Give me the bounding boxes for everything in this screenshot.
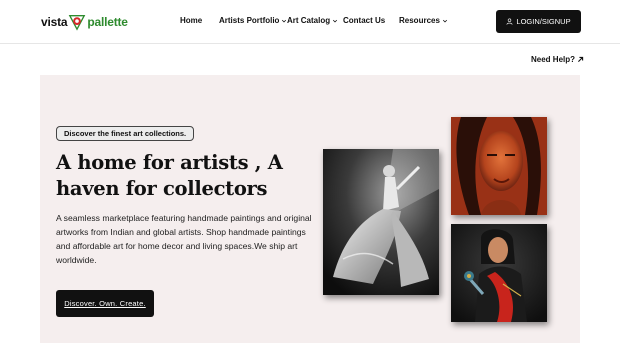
nav-item-artists-portfolio[interactable]: Artists Portfolio	[219, 16, 287, 25]
nav-item-label: Resources	[399, 16, 440, 25]
nav-item-label: Home	[180, 16, 203, 25]
chevron-down-icon	[333, 19, 338, 22]
login-signup-button[interactable]: LOGIN/SIGNUP	[496, 10, 581, 33]
logo-text-vista: vista	[41, 15, 68, 29]
nav-item-contact-us[interactable]: Contact Us	[343, 16, 385, 25]
palette-logo-icon	[68, 13, 86, 31]
nav-item-resources[interactable]: Resources	[399, 16, 448, 25]
artwork-image-portrait-saree[interactable]	[451, 224, 547, 322]
nav-item-home[interactable]: Home	[180, 16, 202, 25]
site-logo[interactable]: vista pallette	[41, 11, 128, 33]
nav-item-label: Artists Portfolio	[219, 16, 280, 25]
nav-item-label: Contact Us	[343, 16, 386, 25]
chevron-down-icon	[442, 19, 447, 22]
need-help-link[interactable]: Need Help?	[531, 55, 584, 64]
hero-description: A seamless marketplace featuring handmad…	[56, 213, 312, 265]
nav-item-label: Art Catalog	[287, 16, 331, 25]
login-signup-label: LOGIN/SIGNUP	[516, 17, 571, 26]
arrow-up-right-icon	[578, 56, 584, 62]
discover-cta-button[interactable]: Discover. Own. Create.	[56, 290, 154, 317]
site-header: vista pallette Home Artists Portfolio Ar…	[0, 0, 620, 44]
hero-tagline-badge: Discover the finest art collections.	[56, 126, 195, 141]
artwork-image-portrait-orange[interactable]	[451, 117, 547, 215]
artwork-image-dancer[interactable]	[323, 149, 439, 295]
need-help-label: Need Help?	[531, 55, 576, 64]
user-icon	[506, 18, 513, 25]
hero-headline: A home for artists , A haven for collect…	[56, 151, 283, 200]
logo-text-pallette: pallette	[87, 15, 128, 29]
nav-item-art-catalog[interactable]: Art Catalog	[287, 16, 338, 25]
